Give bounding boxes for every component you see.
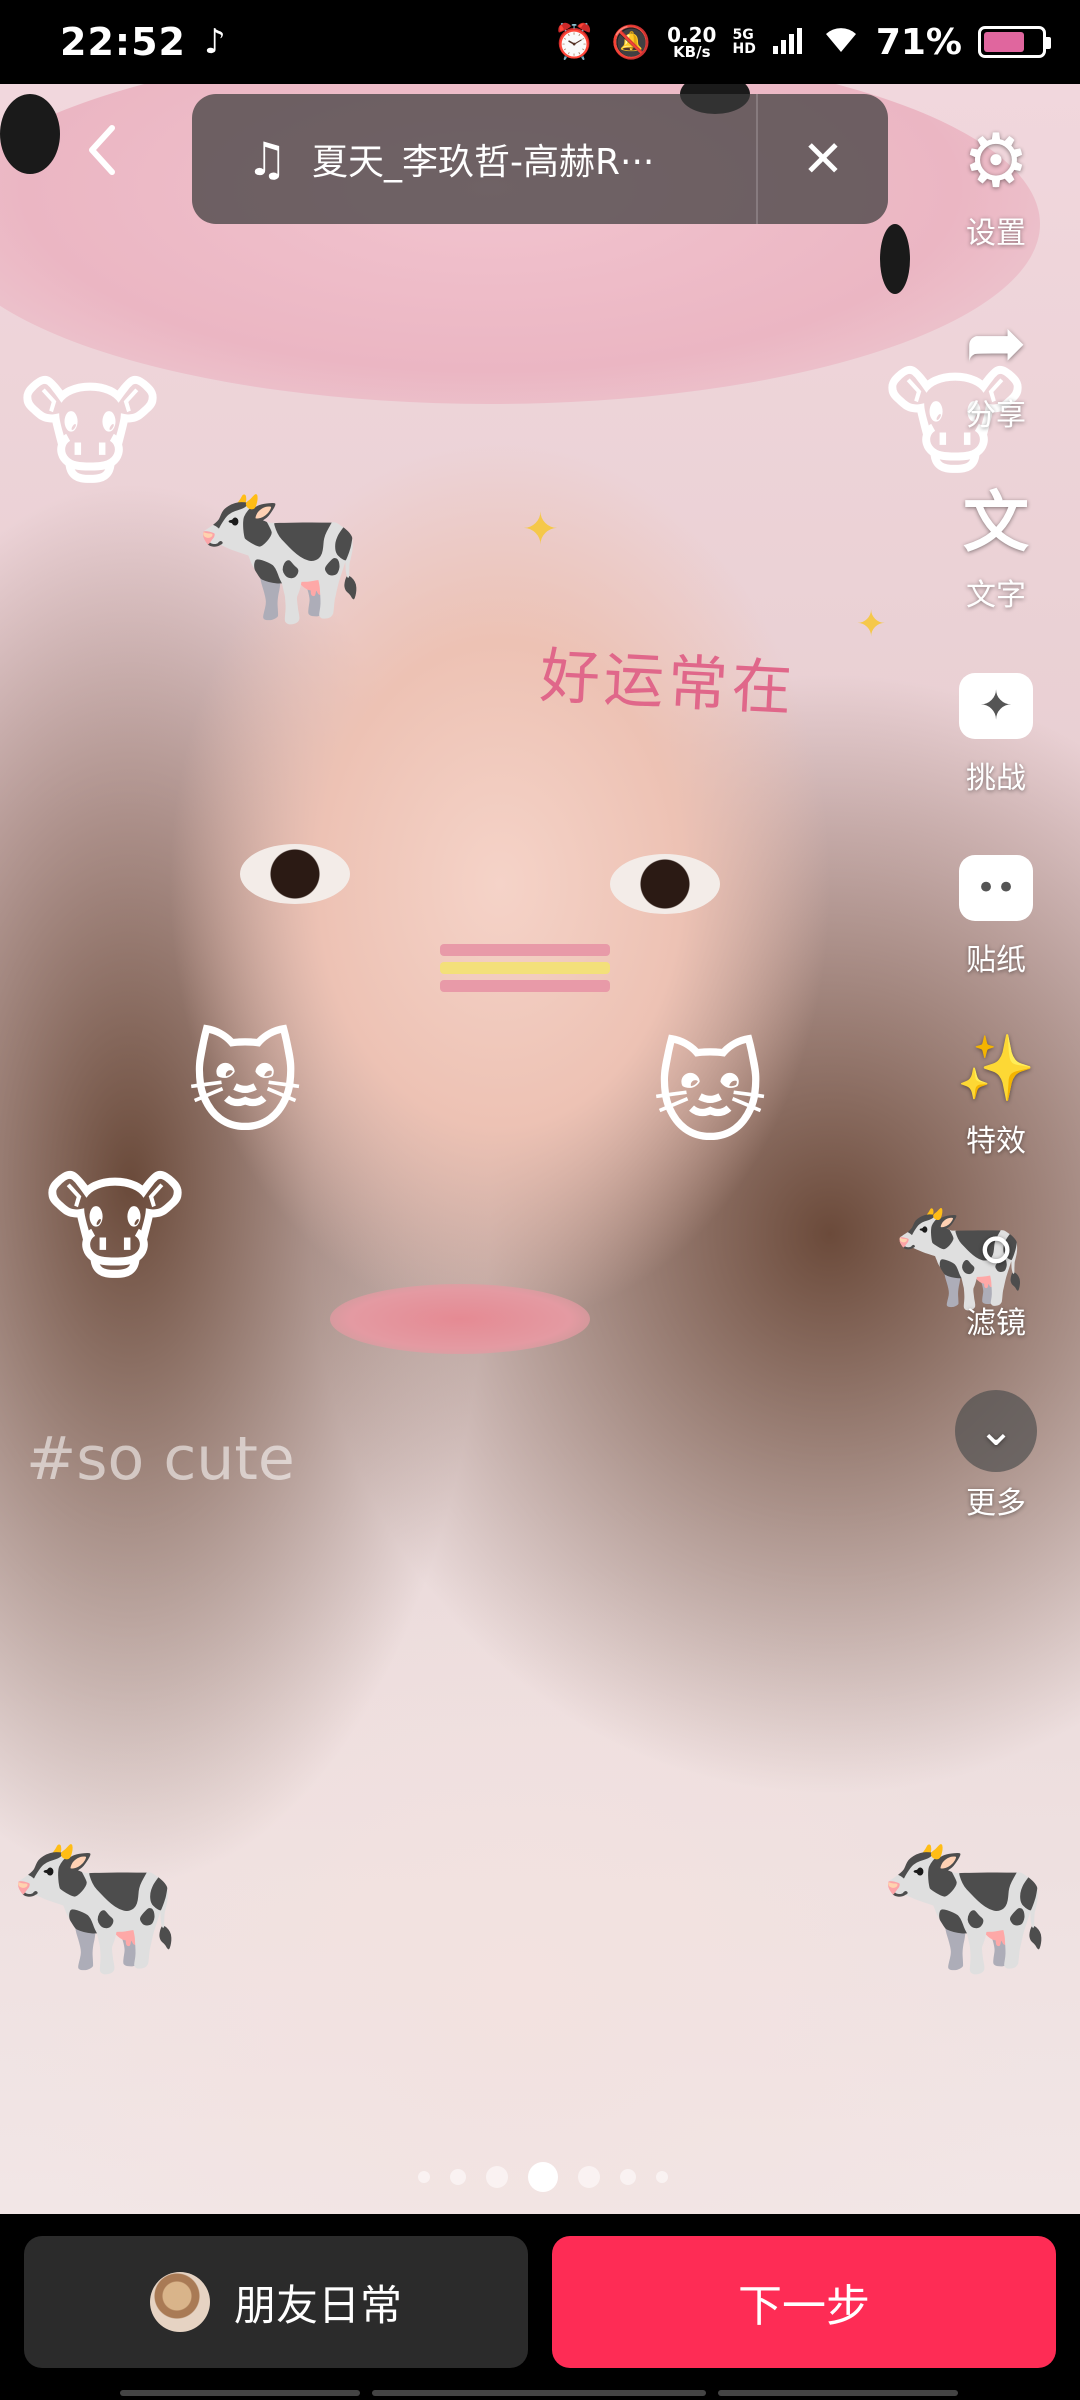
pagination-dot[interactable] <box>578 2166 600 2188</box>
network-type-top: 5G <box>732 27 754 43</box>
face-stripe-pink <box>440 944 610 956</box>
cat-sticker[interactable]: 🐱 <box>630 994 790 1194</box>
pagination-dot[interactable] <box>418 2171 430 2183</box>
nav-indicator <box>372 2390 706 2396</box>
sticker-label: 贴纸 <box>966 943 1026 978</box>
mute-icon: 🔕 <box>611 23 652 61</box>
chevron-down-icon: ⌄ <box>955 1390 1037 1472</box>
wifi-icon <box>822 22 860 63</box>
back-button[interactable] <box>82 120 122 194</box>
battery-percent: 71% <box>875 21 962 63</box>
sparkles-icon: ✨ <box>956 1032 1036 1106</box>
right-eye <box>610 854 720 914</box>
share-icon: ➦ <box>964 300 1027 386</box>
status-time: 22:52 <box>60 20 186 64</box>
signal-icon <box>772 22 806 63</box>
net-speed-unit: KB/s <box>673 42 711 61</box>
challenge-button[interactable]: ✦ 挑战 <box>936 665 1056 797</box>
gear-icon: ⚙ <box>962 118 1030 204</box>
hashtag-text[interactable]: #so cute <box>26 1424 295 1494</box>
tiktok-icon: ♪ <box>203 22 226 62</box>
status-bar: 22:52 ♪ ⏰ 🔕 0.20 KB/s 5G HD 71% <box>0 0 1080 84</box>
friends-daily-button[interactable]: 朋友日常 <box>24 2236 528 2368</box>
text-button[interactable]: 文 文字 <box>936 482 1056 614</box>
filter-button[interactable]: ⚪ 滤镜 <box>936 1210 1056 1342</box>
network-type-bottom: HD <box>732 41 756 57</box>
settings-label: 设置 <box>966 216 1026 251</box>
pagination-dot[interactable] <box>486 2166 508 2188</box>
sparkle-icon: ✦ <box>856 604 887 645</box>
pagination-dot[interactable] <box>450 2169 466 2185</box>
sparkle-icon: ✦ <box>522 504 559 555</box>
deco-text-sticker[interactable]: 好运常在 <box>538 627 798 727</box>
music-title[interactable]: 夏天_李玖哲-高赫R··· <box>312 133 756 185</box>
effects-button[interactable]: ✨ 特效 <box>936 1028 1056 1160</box>
hat-spot <box>880 224 910 294</box>
face-stripe-yellow <box>440 962 610 974</box>
cow-sticker[interactable]: 🐄 <box>8 1794 182 2014</box>
bottom-bar: 朋友日常 下一步 <box>0 2214 1080 2400</box>
settings-button[interactable]: ⚙ 设置 <box>936 120 1056 252</box>
left-eye <box>240 844 350 904</box>
lips <box>330 1284 590 1354</box>
cow-sticker[interactable]: 🐮 <box>30 1144 200 1314</box>
share-button[interactable]: ➦ 分享 <box>936 302 1056 434</box>
filter-icon: ⚪ <box>971 1217 1021 1285</box>
pagination-dot[interactable] <box>656 2171 668 2183</box>
next-step-label: 下一步 <box>738 2281 870 2332</box>
cow-sticker[interactable]: 🐄 <box>180 464 380 644</box>
pagination-dot[interactable] <box>620 2169 636 2185</box>
challenge-label: 挑战 <box>966 761 1026 796</box>
alarm-icon: ⏰ <box>552 22 596 62</box>
avatar <box>149 2272 210 2332</box>
nav-indicator <box>120 2390 360 2396</box>
network-type: 5G HD <box>732 28 755 56</box>
friends-daily-label: 朋友日常 <box>233 2280 402 2330</box>
nav-indicator <box>718 2390 958 2396</box>
sticker-button[interactable]: •• 贴纸 <box>936 847 1056 979</box>
effects-label: 特效 <box>966 1124 1026 1159</box>
challenge-icon: ✦ <box>959 665 1033 747</box>
net-speed: 0.20 KB/s <box>667 25 716 60</box>
filter-label: 滤镜 <box>966 1306 1026 1341</box>
more-label: 更多 <box>966 1486 1026 1521</box>
text-label: 文字 <box>966 578 1026 613</box>
chevron-left-icon <box>89 125 115 175</box>
next-step-button[interactable]: 下一步 <box>552 2236 1056 2368</box>
more-icon: ⌄ <box>955 1390 1037 1472</box>
share-label: 分享 <box>966 398 1026 433</box>
text-icon: 文 <box>963 484 1029 561</box>
sticker-icon: •• <box>959 847 1033 929</box>
battery-icon <box>978 26 1051 58</box>
cow-sticker[interactable]: 🐄 <box>870 1804 1060 2004</box>
more-button[interactable]: ⌄ 更多 <box>936 1390 1056 1522</box>
video-preview[interactable]: 🐮 🐄 🐮 🐱 🐱 🐮 🐄 🐄 🐄 ✦ ✦ 好运常在 #so cute <box>0 84 1080 2214</box>
pagination-dot-active[interactable] <box>528 2162 558 2192</box>
music-bar[interactable]: ♫ 夏天_李玖哲-高赫R··· ✕ <box>192 94 888 224</box>
net-speed-value: 0.20 <box>667 22 717 47</box>
pagination-dots <box>418 2162 668 2192</box>
face-stripe-pink <box>440 980 610 992</box>
battery-fill <box>984 32 1024 52</box>
music-note-icon: ♫ <box>246 132 288 186</box>
close-music-button[interactable]: ✕ <box>758 130 888 188</box>
hat-spot <box>0 94 60 174</box>
cow-sticker[interactable]: 🐮 <box>10 334 170 534</box>
